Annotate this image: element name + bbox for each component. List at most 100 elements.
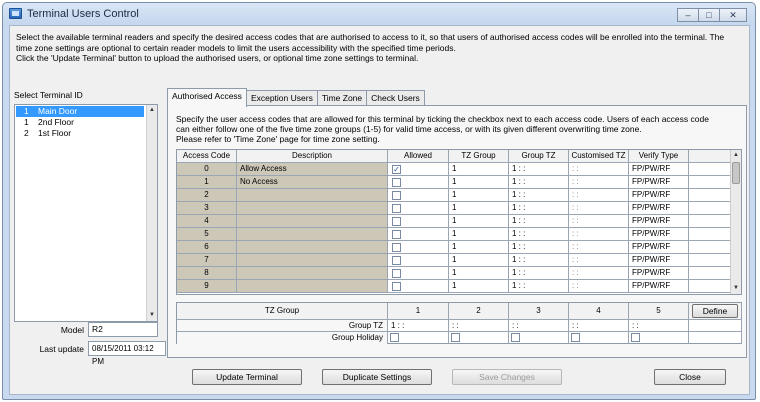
group-holiday-checkbox[interactable] [571,333,580,342]
define-button[interactable]: Define [692,304,738,318]
allowed-checkbox[interactable]: ✓ [392,165,401,174]
group-tz-value[interactable]: : : [509,320,569,332]
verify-type-cell[interactable]: FP/PW/RF [629,241,689,254]
allowed-checkbox[interactable] [392,217,401,226]
tz-group-cell[interactable]: 1 [449,241,509,254]
title-bar[interactable]: Terminal Users Control – □ ✕ [3,3,755,25]
terminal-list[interactable]: 1 Main Door 1 2nd Floor 2 1st Floor ▲ ▼ [14,104,158,322]
allowed-cell[interactable] [388,241,449,254]
allowed-cell[interactable] [388,254,449,267]
description-cell[interactable]: Allow Access [237,163,388,176]
group-tz-value[interactable]: : : [569,320,629,332]
terminal-item[interactable]: 2 1st Floor [16,128,144,139]
customised-tz-cell[interactable]: : : [569,189,629,202]
group-tz-value[interactable]: 1 : : [388,320,449,332]
scroll-up-icon[interactable]: ▲ [147,105,157,116]
minimize-icon[interactable]: – [677,8,699,22]
tz-group-cell[interactable]: 1 [449,189,509,202]
group-tz-cell[interactable]: 1 : : [509,163,569,176]
tab-time-zone[interactable]: Time Zone [316,90,368,106]
tz-group-cell[interactable]: 1 [449,280,509,293]
description-cell[interactable] [237,202,388,215]
table-row[interactable]: 5 11 : :: : FP/PW/RF [177,228,732,241]
description-cell[interactable] [237,280,388,293]
grid-scroll-thumb[interactable] [732,162,740,184]
column-header-allowed[interactable]: Allowed [388,150,449,163]
description-cell[interactable] [237,215,388,228]
allowed-checkbox[interactable] [392,282,401,291]
scroll-up-icon[interactable]: ▲ [731,150,741,161]
description-cell[interactable]: No Access [237,176,388,189]
allowed-checkbox[interactable] [392,191,401,200]
group-tz-value[interactable]: : : [629,320,689,332]
close-button[interactable]: Close [654,369,726,385]
table-row[interactable]: 9 11 : :: : FP/PW/RF [177,280,732,293]
column-header-verify-type[interactable]: Verify Type [629,150,689,163]
allowed-checkbox[interactable] [392,230,401,239]
verify-type-cell[interactable]: FP/PW/RF [629,176,689,189]
verify-type-cell[interactable]: FP/PW/RF [629,228,689,241]
last-update-field[interactable]: 08/15/2011 03:12 PM [88,341,166,366]
tz-group-cell[interactable]: 1 [449,215,509,228]
table-row[interactable]: 3 11 : :: : FP/PW/RF [177,202,732,215]
description-cell[interactable] [237,267,388,280]
column-header-customised-tz[interactable]: Customised TZ [569,150,629,163]
group-tz-cell[interactable]: 1 : : [509,215,569,228]
tz-group-cell[interactable]: 1 [449,163,509,176]
table-row[interactable]: 6 11 : :: : FP/PW/RF [177,241,732,254]
table-row[interactable]: 4 11 : :: : FP/PW/RF [177,215,732,228]
verify-type-cell[interactable]: FP/PW/RF [629,163,689,176]
allowed-checkbox[interactable] [392,269,401,278]
allowed-cell[interactable]: ✓ [388,163,449,176]
verify-type-cell[interactable]: FP/PW/RF [629,215,689,228]
description-cell[interactable] [237,228,388,241]
customised-tz-cell[interactable]: : : [569,202,629,215]
customised-tz-cell[interactable]: : : [569,176,629,189]
terminal-item[interactable]: 1 2nd Floor [16,117,144,128]
tab-exception-users[interactable]: Exception Users [245,90,318,106]
verify-type-cell[interactable]: FP/PW/RF [629,189,689,202]
allowed-cell[interactable] [388,202,449,215]
close-icon[interactable]: ✕ [719,8,747,22]
duplicate-settings-button[interactable]: Duplicate Settings [322,369,432,385]
group-tz-cell[interactable]: 1 : : [509,280,569,293]
scroll-down-icon[interactable]: ▼ [731,283,741,294]
allowed-checkbox[interactable] [392,243,401,252]
tz-group-cell[interactable]: 1 [449,202,509,215]
allowed-checkbox[interactable] [392,178,401,187]
group-tz-cell[interactable]: 1 : : [509,254,569,267]
group-tz-cell[interactable]: 1 : : [509,267,569,280]
scroll-down-icon[interactable]: ▼ [147,310,157,321]
customised-tz-cell[interactable]: : : [569,267,629,280]
group-holiday-checkbox[interactable] [511,333,520,342]
group-tz-cell[interactable]: 1 : : [509,228,569,241]
customised-tz-cell[interactable]: : : [569,163,629,176]
customised-tz-cell[interactable]: : : [569,280,629,293]
verify-type-cell[interactable]: FP/PW/RF [629,202,689,215]
table-row[interactable]: 0 Allow Access ✓ 1 1 : :: : FP/PW/RF [177,163,732,176]
allowed-cell[interactable] [388,267,449,280]
group-tz-cell[interactable]: 1 : : [509,189,569,202]
tab-check-users[interactable]: Check Users [366,90,425,106]
allowed-cell[interactable] [388,189,449,202]
tz-group-cell[interactable]: 1 [449,176,509,189]
group-holiday-checkbox[interactable] [451,333,460,342]
maximize-icon[interactable]: □ [698,8,720,22]
description-cell[interactable] [237,241,388,254]
column-header-access-code[interactable]: Access Code [177,150,237,163]
description-cell[interactable] [237,254,388,267]
allowed-checkbox[interactable] [392,204,401,213]
allowed-checkbox[interactable] [392,256,401,265]
column-header-group-tz[interactable]: Group TZ [509,150,569,163]
group-tz-value[interactable]: : : [449,320,509,332]
verify-type-cell[interactable]: FP/PW/RF [629,254,689,267]
table-row[interactable]: 1 No Access 1 1 : :: : FP/PW/RF [177,176,732,189]
customised-tz-cell[interactable]: : : [569,215,629,228]
tz-group-cell[interactable]: 1 [449,228,509,241]
customised-tz-cell[interactable]: : : [569,228,629,241]
tz-group-cell[interactable]: 1 [449,254,509,267]
verify-type-cell[interactable]: FP/PW/RF [629,267,689,280]
grid-scrollbar[interactable]: ▲ ▼ [730,150,741,294]
group-holiday-checkbox[interactable] [390,333,399,342]
tab-authorised-access[interactable]: Authorised Access [167,88,247,107]
